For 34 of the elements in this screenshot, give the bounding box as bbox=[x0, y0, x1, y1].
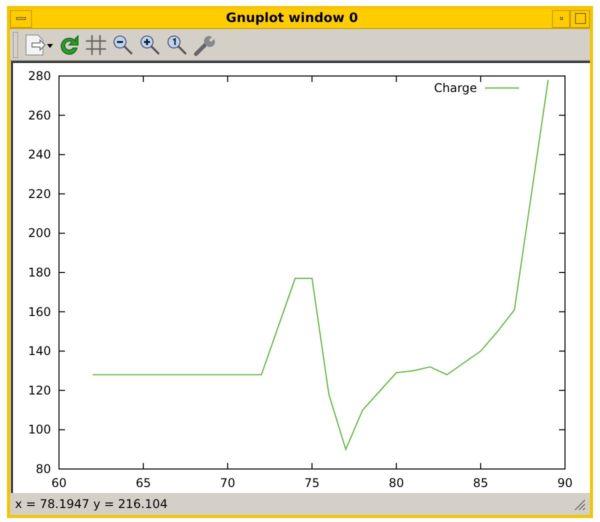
y-tick-label: 200 bbox=[28, 226, 51, 240]
x-tick-label: 70 bbox=[220, 476, 236, 490]
legend-label: Charge bbox=[434, 81, 477, 95]
zoom-in-icon[interactable] bbox=[139, 34, 161, 56]
x-tick-label: 80 bbox=[388, 476, 404, 490]
x-tick-label: 60 bbox=[51, 476, 67, 490]
x-tick-label: 65 bbox=[136, 476, 151, 490]
refresh-icon[interactable] bbox=[58, 34, 80, 56]
minimize-button[interactable] bbox=[552, 10, 570, 28]
x-tick-label: 75 bbox=[304, 476, 320, 490]
status-text: x = 78.1947 y = 216.104 bbox=[15, 496, 169, 513]
window-menu-button[interactable] bbox=[10, 10, 32, 28]
x-tick-label: 85 bbox=[473, 476, 488, 490]
y-tick-label: 80 bbox=[36, 462, 51, 476]
zoom-out-icon[interactable] bbox=[112, 34, 134, 56]
y-tick-label: 220 bbox=[28, 186, 51, 201]
window-title: Gnuplot window 0 bbox=[224, 10, 360, 28]
y-tick-label: 160 bbox=[28, 304, 51, 319]
y-tick-label: 280 bbox=[28, 69, 51, 83]
maximize-button[interactable] bbox=[570, 10, 590, 28]
resize-grip-icon[interactable] bbox=[573, 498, 585, 510]
y-tick-label: 120 bbox=[28, 383, 51, 398]
wrench-icon[interactable] bbox=[193, 34, 215, 56]
y-tick-label: 180 bbox=[28, 266, 51, 280]
x-tick-label: 90 bbox=[557, 476, 573, 490]
y-tick-label: 260 bbox=[28, 108, 51, 122]
toolbar-grip-icon bbox=[13, 32, 18, 58]
y-tick-label: 240 bbox=[28, 148, 51, 162]
zoom-reset-icon[interactable] bbox=[166, 34, 188, 56]
legend-line bbox=[485, 87, 519, 89]
export-icon[interactable] bbox=[23, 32, 53, 56]
y-tick-label: 140 bbox=[28, 344, 51, 358]
y-tick-label: 100 bbox=[28, 422, 51, 437]
grid-icon[interactable] bbox=[85, 34, 107, 56]
